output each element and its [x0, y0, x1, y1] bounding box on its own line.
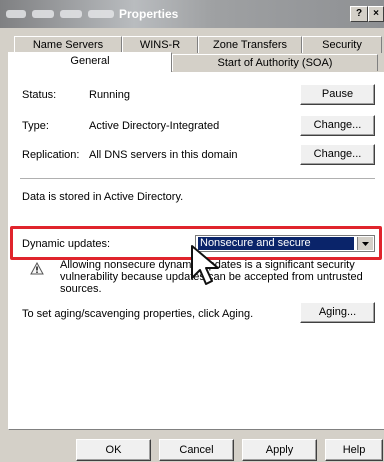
help-button[interactable]: Help — [325, 439, 383, 461]
warning-line-3: sources. — [60, 283, 102, 295]
mouse-pointer-icon — [191, 245, 219, 285]
help-title-button[interactable]: ? — [350, 6, 368, 22]
tab-name-servers[interactable]: Name Servers — [14, 36, 122, 53]
type-value: Active Directory-Integrated — [89, 120, 220, 132]
ok-button[interactable]: OK — [76, 439, 151, 461]
tab-soa[interactable]: Start of Authority (SOA) — [172, 54, 378, 71]
blurred-title-segment — [32, 10, 54, 18]
replication-value: All DNS servers in this domain — [89, 149, 238, 161]
window-title: Properties — [119, 7, 179, 21]
pause-button[interactable]: Pause — [300, 84, 375, 105]
properties-dialog: Properties ? × Name Servers WINS-R Zone … — [0, 0, 384, 462]
status-label: Status: — [22, 89, 57, 101]
apply-button[interactable]: Apply — [242, 439, 317, 461]
tab-wins-r[interactable]: WINS-R — [122, 36, 198, 53]
type-label: Type: — [22, 120, 49, 132]
aging-text: To set aging/scavenging properties, clic… — [22, 308, 254, 320]
cancel-button[interactable]: Cancel — [159, 439, 234, 461]
title-bar[interactable]: Properties ? × — [0, 0, 384, 28]
blurred-title-segment — [88, 10, 114, 18]
close-button[interactable]: × — [368, 6, 384, 22]
change-type-button[interactable]: Change... — [300, 115, 375, 136]
tab-general[interactable]: General — [8, 52, 172, 72]
status-value: Running — [89, 89, 130, 101]
data-store-text: Data is stored in Active Directory. — [22, 191, 184, 203]
blurred-title-segment — [6, 10, 26, 18]
replication-label: Replication: — [22, 149, 80, 161]
separator — [20, 178, 375, 180]
change-replication-button[interactable]: Change... — [300, 144, 375, 165]
aging-button[interactable]: Aging... — [300, 302, 375, 323]
blurred-title-segment — [60, 10, 82, 18]
chevron-down-icon[interactable] — [357, 237, 373, 250]
tab-zone-transfers[interactable]: Zone Transfers — [198, 36, 302, 53]
tab-security[interactable]: Security — [302, 36, 382, 53]
warning-icon — [30, 262, 44, 275]
tab-row-front: General Start of Authority (SOA) — [8, 52, 378, 72]
dynamic-updates-label: Dynamic updates: — [22, 238, 111, 250]
